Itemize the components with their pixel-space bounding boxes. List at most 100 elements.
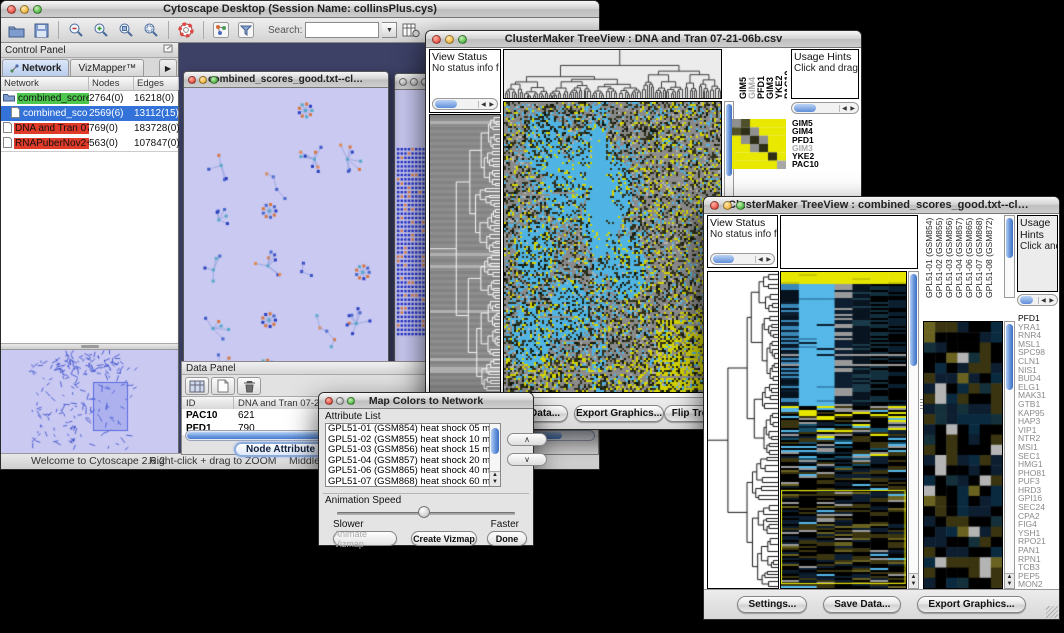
network-view-title: combined_scores_good.txt--cluste... (208, 74, 364, 85)
view-status-title: View Status (430, 50, 500, 63)
tv1-heatmap[interactable] (503, 101, 722, 393)
network-table-row[interactable]: RNAPuberNov2+I563(0)107847(0) (1, 136, 178, 151)
network-table-row[interactable]: DNA and Tran 07769(0)183728(0) (1, 121, 178, 136)
tv2-row-dendrogram[interactable] (707, 271, 779, 589)
network-view-window[interactable]: combined_scores_good.txt--cluste... (183, 71, 389, 403)
minimize-icon[interactable] (199, 76, 207, 84)
speed-slider-thumb[interactable] (418, 506, 430, 518)
tab-network[interactable]: Network (2, 59, 69, 76)
document-icon (3, 122, 12, 136)
network-table: combined_scores2764(0)16218(0)combined_s… (1, 91, 178, 151)
tv1-zoom-matrix[interactable] (732, 119, 786, 169)
zoom-fit-icon[interactable] (140, 20, 162, 40)
filter-icon[interactable] (235, 20, 257, 40)
tv2-hints-scrollbar[interactable]: ◀ ▶ (1017, 294, 1058, 306)
document-icon (3, 137, 12, 151)
zoom-window-icon[interactable] (210, 76, 218, 84)
close-icon[interactable] (399, 78, 407, 86)
search-dropdown-icon[interactable]: ▼ (382, 22, 397, 38)
close-icon[interactable] (432, 35, 441, 44)
attribute-select-icon[interactable] (185, 377, 209, 395)
close-icon[interactable] (325, 397, 333, 405)
close-icon[interactable] (7, 5, 16, 14)
tv1-column-labels: GIM5GIM4PFD1GIM3YKE2PAC10 (737, 49, 787, 99)
save-data-button[interactable]: Save Data... (823, 596, 901, 613)
attribute-list-vscrollbar[interactable]: ▲▼ (489, 424, 500, 486)
settings-button[interactable]: Settings... (737, 596, 807, 613)
tab-more[interactable]: ▶ (159, 59, 177, 76)
birdseye-overview[interactable] (1, 350, 178, 453)
col-id[interactable]: ID (182, 397, 234, 409)
attribute-list-item[interactable]: GPL51-01 (GSM854) heat shock 05 min (326, 424, 489, 435)
tv2-heatmap-vscrollbar[interactable]: ▲▼ (908, 271, 919, 589)
zoom-window-icon[interactable] (736, 201, 745, 210)
tv2-labels-vscrollbar[interactable] (1004, 215, 1015, 298)
export-graphics-button[interactable]: Export Graphics... (917, 596, 1025, 613)
network-table-header[interactable]: Network Nodes Edges (1, 77, 178, 91)
attribute-listbox[interactable]: GPL51-01 (GSM854) heat shock 05 min GPL51… (325, 423, 501, 487)
zoom-window-icon[interactable] (347, 397, 355, 405)
column-label: GIM4 (748, 53, 756, 99)
control-panel-title: Control Panel (5, 45, 66, 56)
window-controls[interactable] (7, 5, 42, 14)
tv1-column-dendrogram[interactable] (503, 49, 722, 99)
col-nodes[interactable]: Nodes (89, 77, 134, 90)
minimize-icon[interactable] (410, 78, 418, 86)
minimize-icon[interactable] (723, 201, 732, 210)
tv2-column-dendrogram[interactable] (780, 215, 918, 269)
view-status-scrollbar[interactable]: ◀ ▶ (710, 253, 775, 265)
annotation-icon[interactable] (210, 20, 232, 40)
tv1-row-dendrogram[interactable] (429, 114, 501, 393)
donebutton[interactable]: Done (487, 531, 527, 546)
tv1-titlebar[interactable]: ClusterMaker TreeView : DNA and Tran 07-… (426, 31, 861, 48)
open-folder-icon[interactable] (5, 20, 27, 40)
minimize-icon[interactable] (445, 35, 454, 44)
close-icon[interactable] (188, 76, 196, 84)
resize-grip[interactable] (1046, 606, 1058, 618)
panel-divider[interactable] (1, 343, 178, 350)
minimize-icon[interactable] (336, 397, 344, 405)
main-titlebar[interactable]: Cytoscape Desktop (Session Name: collins… (1, 1, 599, 18)
attribute-list-label: Attribute List (325, 411, 381, 422)
create-vizmapbutton[interactable]: Create Vizmap (411, 531, 477, 546)
minimize-icon[interactable] (20, 5, 29, 14)
column-label: PAC10 (784, 53, 787, 99)
col-network[interactable]: Network (1, 77, 89, 90)
network-nodes: 769(0) (89, 123, 134, 134)
tv2-heatmap[interactable] (780, 271, 907, 589)
tv1-hints-scrollbar[interactable]: ◀ ▶ (791, 102, 859, 114)
move-up-button[interactable]: ∧ (507, 433, 547, 446)
tv2-zoom-vscrollbar[interactable]: ▲▼ (1004, 321, 1015, 589)
attribute-table-icon[interactable] (400, 20, 422, 40)
treeview-window-combined: ClusterMaker TreeView : combined_scores_… (703, 196, 1060, 620)
tv1-title: ClusterMaker TreeView : DNA and Tran 07-… (450, 33, 837, 45)
close-icon[interactable] (710, 201, 719, 210)
animation-speed-label: Animation Speed (325, 495, 401, 506)
network-canvas[interactable] (184, 88, 388, 403)
zoom-window-icon[interactable] (33, 5, 42, 14)
zoom-out-icon[interactable] (65, 20, 87, 40)
delete-attribute-icon[interactable] (237, 377, 261, 395)
attribute-list-item[interactable]: GPL51-07 (GSM868) heat shock 60 min (326, 477, 489, 487)
export-graphics-button[interactable]: Export Graphics... (574, 405, 664, 422)
tab-vizmapper[interactable]: VizMapper™ (70, 59, 144, 76)
save-icon[interactable] (30, 20, 52, 40)
float-panel-icon[interactable] (163, 43, 174, 57)
zoom-in-icon[interactable] (90, 20, 112, 40)
view-status-scrollbar[interactable]: ◀ ▶ (432, 98, 498, 110)
dialog-title: Map Colors to Network (343, 395, 509, 407)
tv2-titlebar[interactable]: ClusterMaker TreeView : combined_scores_… (704, 197, 1059, 214)
network-table-row[interactable]: combined_scores2764(0)16218(0) (1, 91, 178, 106)
dialog-titlebar[interactable]: Map Colors to Network (319, 393, 533, 409)
search-input[interactable] (305, 22, 379, 38)
column-label: YKE2 (775, 53, 783, 99)
col-edges[interactable]: Edges (134, 77, 179, 90)
tv2-zoom-heatmap[interactable] (923, 321, 1003, 589)
move-down-button[interactable]: ∨ (507, 453, 547, 466)
network-table-row[interactable]: combined_sco2569(6)13112(15) (1, 106, 178, 121)
column-label: GPL51-02 (GSM855) (935, 215, 944, 298)
help-ring-icon[interactable] (175, 20, 197, 40)
zoom-window-icon[interactable] (458, 35, 467, 44)
zoom-selected-icon[interactable] (115, 20, 137, 40)
new-attribute-icon[interactable] (211, 377, 235, 395)
